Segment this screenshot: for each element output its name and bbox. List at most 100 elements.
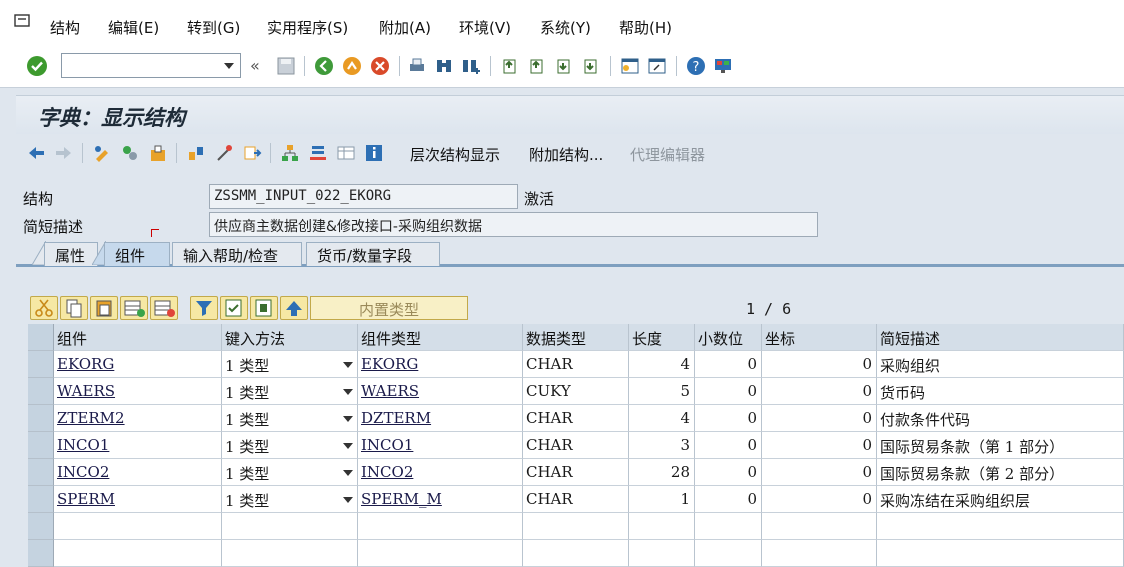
cell-component-type[interactable] (358, 540, 523, 567)
hierarchy-display-button[interactable]: 层次结构显示 (410, 144, 500, 165)
cell-component-type-link[interactable]: SPERM_M (361, 490, 442, 508)
cell-component-link[interactable]: SPERM (57, 490, 115, 508)
cell-decimals[interactable]: 0 (695, 486, 762, 513)
column-header-component[interactable]: 组件 (54, 324, 222, 351)
cell-length[interactable]: 28 (629, 459, 695, 486)
first-page-icon[interactable] (500, 56, 520, 76)
row-selector[interactable] (28, 378, 54, 405)
insert-row-button[interactable] (120, 296, 148, 320)
chevron-down-icon[interactable] (224, 63, 234, 69)
cell-coordinate[interactable] (762, 540, 877, 567)
cell-short-description[interactable]: 国际贸易条款（第 1 部分） (877, 432, 1124, 459)
cell-component[interactable]: INCO1 (54, 432, 222, 459)
menu-goto[interactable]: 转到(G) (187, 17, 240, 38)
cell-short-description[interactable]: 采购组织 (877, 351, 1124, 378)
previous-page-icon[interactable] (527, 56, 547, 76)
last-page-icon[interactable] (581, 56, 601, 76)
enter-check-icon[interactable] (26, 55, 48, 77)
row-selector[interactable] (28, 432, 54, 459)
tab-input-help-check[interactable]: 输入帮助/检查 (172, 242, 302, 266)
cell-short-description[interactable]: 付款条件代码 (877, 405, 1124, 432)
cell-length[interactable]: 4 (629, 405, 695, 432)
cell-coordinate[interactable]: 0 (762, 486, 877, 513)
cell-coordinate[interactable]: 0 (762, 405, 877, 432)
menu-system[interactable]: 系统(Y) (540, 17, 591, 38)
cell-typing-method[interactable]: 1 类型 (222, 432, 358, 459)
back-icon[interactable] (314, 56, 334, 76)
cell-data-type[interactable]: CHAR (523, 486, 629, 513)
column-header-coordinate[interactable]: 坐标 (762, 324, 877, 351)
save-icon[interactable] (276, 56, 296, 76)
cell-typing-method[interactable]: 1 类型 (222, 486, 358, 513)
column-header-data-type[interactable]: 数据类型 (523, 324, 629, 351)
magic-wand-icon[interactable] (214, 143, 234, 163)
sort-up-button[interactable] (280, 296, 308, 320)
cancel-icon[interactable] (370, 56, 390, 76)
cell-component[interactable]: ZTERM2 (54, 405, 222, 432)
cell-decimals[interactable] (695, 540, 762, 567)
hierarchy-icon[interactable] (280, 143, 300, 163)
cell-short-description[interactable]: 采购冻结在采购组织层 (877, 486, 1124, 513)
cell-decimals[interactable]: 0 (695, 378, 762, 405)
object-list-icon[interactable] (242, 143, 262, 163)
cell-typing-method[interactable] (222, 540, 358, 567)
cell-component[interactable]: SPERM (54, 486, 222, 513)
cell-decimals[interactable]: 0 (695, 351, 762, 378)
paste-row-button[interactable] (90, 296, 118, 320)
chevron-down-icon[interactable] (343, 416, 353, 422)
cell-typing-method[interactable]: 1 类型 (222, 459, 358, 486)
select-all-rows-handle[interactable] (28, 324, 54, 351)
exit-icon[interactable] (342, 56, 362, 76)
find-icon[interactable] (434, 56, 454, 76)
cell-short-description[interactable]: 国际贸易条款（第 2 部分） (877, 459, 1124, 486)
print-icon[interactable] (407, 56, 427, 76)
cell-short-description[interactable] (877, 513, 1124, 540)
cell-component[interactable] (54, 540, 222, 567)
cell-typing-method[interactable]: 1 类型 (222, 405, 358, 432)
menu-help[interactable]: 帮助(H) (619, 17, 672, 38)
cell-length[interactable]: 4 (629, 351, 695, 378)
back-arrow-icon[interactable] (26, 143, 46, 163)
tab-attributes[interactable]: 属性 (44, 242, 98, 266)
column-header-component-type[interactable]: 组件类型 (358, 324, 523, 351)
display-change-icon[interactable] (92, 143, 112, 163)
cell-decimals[interactable] (695, 513, 762, 540)
cell-coordinate[interactable] (762, 513, 877, 540)
cell-coordinate[interactable]: 0 (762, 378, 877, 405)
chevron-down-icon[interactable] (343, 389, 353, 395)
cell-component-link[interactable]: EKORG (57, 355, 114, 373)
cell-component-type-link[interactable]: DZTERM (361, 409, 431, 427)
cell-short-description[interactable]: 货币码 (877, 378, 1124, 405)
row-selector[interactable] (28, 405, 54, 432)
cell-component-link[interactable]: WAERS (57, 382, 115, 400)
cell-length[interactable]: 1 (629, 486, 695, 513)
menu-environment[interactable]: 环境(V) (459, 17, 511, 38)
cell-data-type[interactable]: CUKY (523, 378, 629, 405)
cell-component-type[interactable]: SPERM_M (358, 486, 523, 513)
tab-components[interactable]: 组件 (104, 242, 170, 266)
cell-data-type[interactable] (523, 540, 629, 567)
cell-typing-method[interactable]: 1 类型 (222, 351, 358, 378)
cell-length[interactable]: 5 (629, 378, 695, 405)
chevron-down-icon[interactable] (343, 362, 353, 368)
cell-component-type[interactable]: WAERS (358, 378, 523, 405)
column-header-short-description[interactable]: 简短描述 (877, 324, 1124, 351)
menu-structure[interactable]: 结构 (50, 17, 80, 38)
chevron-down-icon[interactable] (343, 497, 353, 503)
deselect-button[interactable] (250, 296, 278, 320)
help-icon[interactable]: ? (686, 56, 706, 76)
cell-data-type[interactable]: CHAR (523, 405, 629, 432)
cell-typing-method[interactable]: 1 类型 (222, 378, 358, 405)
cell-component[interactable]: WAERS (54, 378, 222, 405)
chevron-down-icon[interactable] (343, 470, 353, 476)
cell-component-type[interactable] (358, 513, 523, 540)
where-used-icon[interactable] (186, 143, 206, 163)
append-structure-button[interactable]: 附加结构... (529, 144, 603, 165)
cell-coordinate[interactable]: 0 (762, 459, 877, 486)
row-selector[interactable] (28, 351, 54, 378)
cell-component-type-link[interactable]: INCO2 (361, 463, 413, 481)
cell-component-type[interactable]: INCO1 (358, 432, 523, 459)
cell-component[interactable] (54, 513, 222, 540)
short-description-field[interactable]: 供应商主数据创建&修改接口-采购组织数据 (209, 212, 818, 237)
cell-length[interactable]: 3 (629, 432, 695, 459)
